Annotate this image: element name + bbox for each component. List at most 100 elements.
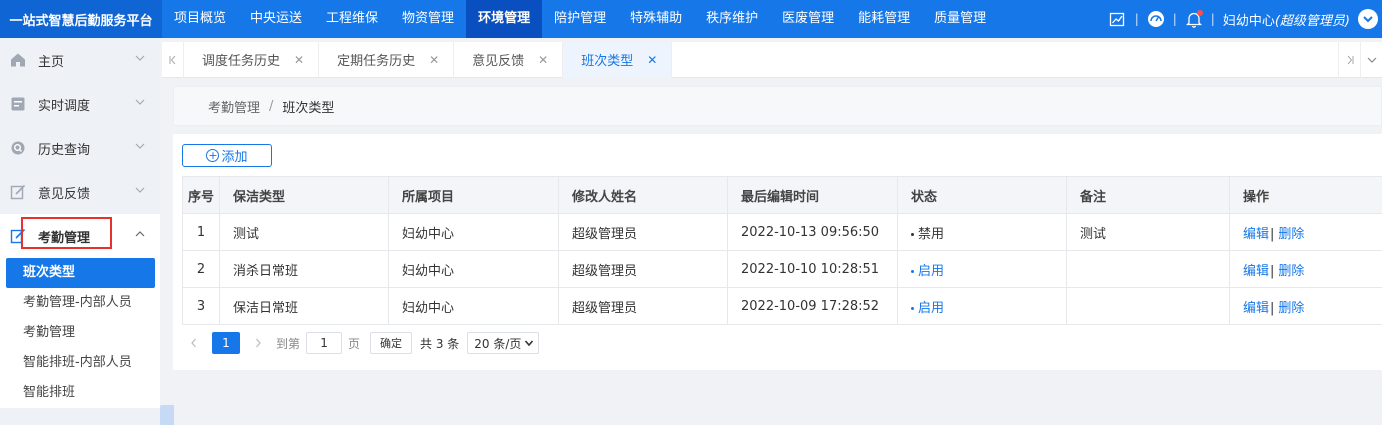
table-row: 3 保洁日常班 妇幼中心 超级管理员 2022-10-09 17:28:52 启…: [182, 287, 1382, 325]
chevron-down-icon: [525, 340, 534, 347]
feedback-icon: [10, 184, 26, 200]
sidebar-item-dispatch[interactable]: 实时调度: [0, 82, 160, 126]
nav-item-escort[interactable]: 陪护管理: [542, 0, 618, 38]
page-number-current[interactable]: 1: [212, 332, 240, 354]
nav-item-maintenance[interactable]: 工程维保: [314, 0, 390, 38]
nav-item-energy[interactable]: 能耗管理: [846, 0, 922, 38]
nav-item-materials[interactable]: 物资管理: [390, 0, 466, 38]
plus-circle-icon: +: [206, 149, 220, 162]
column-header-type: 保洁类型: [219, 176, 389, 214]
breadcrumb-parent[interactable]: 考勤管理: [208, 97, 260, 116]
chevron-down-icon: [134, 96, 146, 112]
next-page-icon[interactable]: [246, 332, 270, 354]
action-separator: |: [1270, 300, 1275, 316]
delete-link[interactable]: 删除: [1278, 264, 1304, 279]
column-header-project: 所属项目: [388, 176, 559, 214]
divider: |: [1210, 12, 1215, 26]
tab-label: 意见反馈: [472, 54, 525, 69]
status-text: 启用: [918, 300, 945, 316]
cell-time: 2022-10-10 10:28:51: [727, 250, 898, 288]
sidebar-item-label: 意见反馈: [38, 186, 91, 202]
nav-item-environment[interactable]: 环境管理: [466, 0, 543, 38]
cell-project: 妇幼中心: [388, 213, 559, 251]
user-role: (超级管理员): [1274, 13, 1350, 29]
tab-scroll-right-icon[interactable]: [1338, 42, 1360, 78]
status-dot: [911, 306, 914, 310]
divider: |: [1172, 12, 1177, 26]
goto-confirm-button[interactable]: 确定: [370, 332, 413, 354]
submenu-item-smart-schedule-internal[interactable]: 智能排班-内部人员: [0, 348, 160, 378]
nav-item-special-assist[interactable]: 特殊辅助: [618, 0, 694, 38]
delete-link[interactable]: 删除: [1278, 301, 1304, 316]
cell-note: [1066, 250, 1230, 288]
cell-type: 消杀日常班: [219, 250, 389, 288]
page-size-select[interactable]: 20 条/页: [467, 332, 540, 354]
close-icon[interactable]: ✕: [429, 53, 439, 67]
breadcrumb-separator: /: [269, 98, 274, 114]
tab-feedback[interactable]: 意见反馈 ✕: [454, 41, 564, 78]
status-dot: [911, 269, 914, 273]
close-icon[interactable]: ✕: [538, 53, 548, 67]
sidebar-item-history[interactable]: 历史查询: [0, 126, 160, 170]
cell-status: 启用: [897, 287, 1067, 325]
sidebar-item-attendance[interactable]: 考勤管理: [0, 214, 160, 258]
edit-link[interactable]: 编辑: [1243, 301, 1269, 316]
tab-shift-type[interactable]: 班次类型 ✕: [563, 41, 673, 78]
prev-page-icon[interactable]: [182, 332, 206, 354]
cell-actions: 编辑| 删除: [1229, 250, 1382, 288]
tab-dispatch-history[interactable]: 调度任务历史 ✕: [184, 41, 320, 78]
submenu-item-attendance[interactable]: 考勤管理: [0, 318, 160, 348]
nav-item-quality[interactable]: 质量管理: [922, 0, 998, 38]
tab-scroll-left-icon[interactable]: [162, 41, 184, 78]
tab-label: 调度任务历史: [202, 54, 281, 69]
submenu-item-attendance-internal[interactable]: 考勤管理-内部人员: [0, 288, 160, 318]
cell-editor: 超级管理员: [558, 250, 728, 288]
dispatch-icon: [10, 96, 26, 112]
add-button[interactable]: + 添加: [182, 144, 272, 167]
chart-edit-icon[interactable]: [1109, 10, 1127, 28]
breadcrumb: 考勤管理 / 班次类型: [173, 86, 1382, 126]
edit-link[interactable]: 编辑: [1243, 264, 1269, 279]
table-row: 1 测试 妇幼中心 超级管理员 2022-10-13 09:56:50 禁用 测…: [182, 213, 1382, 251]
chevron-down-icon: [134, 140, 146, 156]
cell-index: 2: [182, 250, 220, 288]
page-size-value: 20 条/页: [474, 336, 522, 351]
nav-item-medical-waste[interactable]: 医废管理: [770, 0, 846, 38]
nav-item-order[interactable]: 秩序维护: [694, 0, 770, 38]
shift-type-table: 序号 保洁类型 所属项目 修改人姓名 最后编辑时间 状态 备注 操作 1 测试 …: [182, 176, 1382, 325]
cell-index: 3: [182, 287, 220, 325]
edit-link[interactable]: 编辑: [1243, 227, 1269, 242]
cell-actions: 编辑| 删除: [1229, 213, 1382, 251]
highlight-box: [21, 217, 112, 249]
sidebar-item-feedback[interactable]: 意见反馈: [0, 170, 160, 214]
table-header-row: 序号 保洁类型 所属项目 修改人姓名 最后编辑时间 状态 备注 操作: [182, 176, 1382, 214]
chevron-down-icon: [134, 184, 146, 200]
cell-editor: 超级管理员: [558, 213, 728, 251]
tab-label: 定期任务历史: [337, 54, 416, 69]
submenu-item-smart-schedule[interactable]: 智能排班: [0, 378, 160, 408]
sidebar-item-home[interactable]: 主页: [0, 38, 160, 82]
tab-scheduled-history[interactable]: 定期任务历史 ✕: [319, 41, 455, 78]
delete-link[interactable]: 删除: [1278, 227, 1304, 242]
dashboard-icon[interactable]: [1147, 10, 1165, 28]
close-icon[interactable]: ✕: [647, 53, 657, 67]
add-button-label: 添加: [221, 150, 248, 165]
cell-type: 保洁日常班: [219, 287, 389, 325]
chevron-down-icon[interactable]: [1358, 9, 1378, 29]
column-header-time: 最后编辑时间: [727, 176, 898, 214]
total-count: 共 3 条: [420, 336, 460, 351]
notification-dot: [1196, 10, 1203, 16]
cell-note: 测试: [1066, 213, 1230, 251]
goto-page-input[interactable]: 1: [306, 332, 343, 354]
sidebar-collapse-handle[interactable]: [160, 405, 174, 425]
home-icon: [10, 52, 26, 68]
nav-item-overview[interactable]: 项目概览: [162, 0, 238, 38]
nav-item-transport[interactable]: 中央运送: [238, 0, 314, 38]
bell-icon[interactable]: [1185, 10, 1203, 28]
user-info[interactable]: 妇幼中心(超级管理员): [1223, 10, 1350, 29]
close-icon[interactable]: ✕: [294, 53, 304, 67]
tab-menu-chevron-icon[interactable]: [1360, 42, 1382, 78]
sidebar-item-label: 主页: [38, 54, 65, 70]
submenu-item-shift-type[interactable]: 班次类型: [6, 258, 155, 288]
chevron-up-icon: [134, 228, 146, 244]
